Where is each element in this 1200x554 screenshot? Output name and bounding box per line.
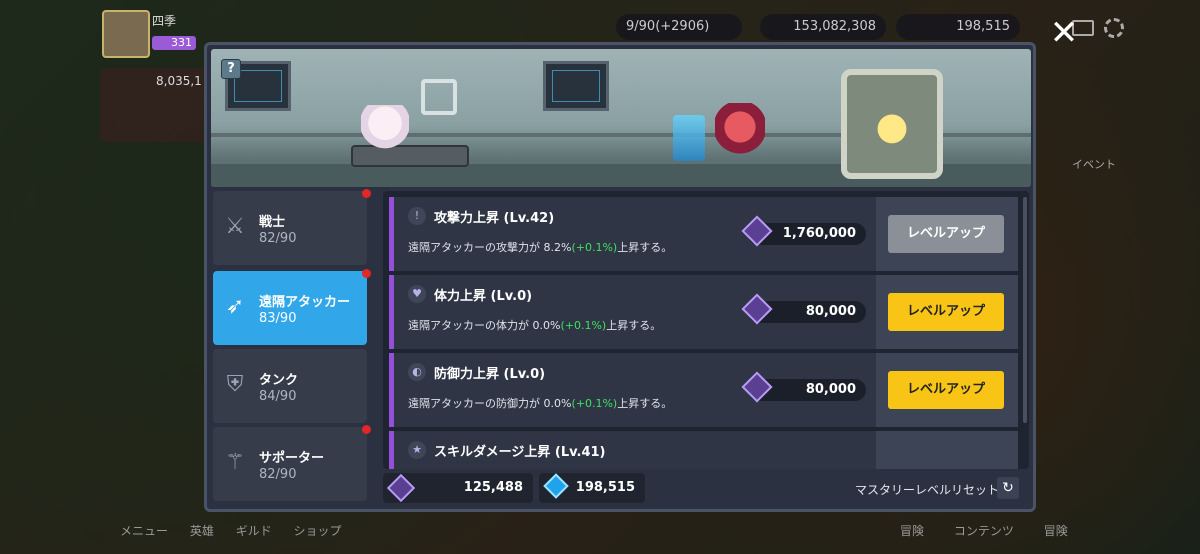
upgrade-title: 防御力上昇 (Lv.0) bbox=[434, 367, 546, 382]
nav-right-1[interactable]: 冒険 bbox=[900, 524, 924, 538]
button-area bbox=[876, 431, 1018, 469]
category-warrior[interactable]: ⚔ 戦士 82/90 bbox=[213, 189, 371, 265]
player-avatar[interactable] bbox=[102, 10, 150, 58]
nav-menu[interactable]: メニュー bbox=[120, 524, 168, 538]
wall-sign bbox=[421, 79, 457, 115]
category-ranged-attacker[interactable]: ➶ 遠隔アタッカー 83/90 bbox=[213, 269, 371, 345]
mastery-gem-icon bbox=[386, 473, 416, 503]
category-count: 82/90 bbox=[259, 231, 297, 246]
category-supporter[interactable]: ⚚ サポーター 82/90 bbox=[213, 425, 371, 501]
nav-contents[interactable]: コンテンツ bbox=[954, 524, 1014, 538]
attack-icon: ! bbox=[408, 207, 426, 225]
star-icon: ★ bbox=[408, 441, 426, 459]
upgrade-row-defense: ◐ 防御力上昇 (Lv.0) 遠隔アタッカーの防御力が 0.0%(+0.1%)上… bbox=[389, 353, 1018, 427]
close-button[interactable]: ✕ bbox=[1046, 16, 1082, 52]
upgrade-row-attack: ! 攻撃力上昇 (Lv.42) 遠隔アタッカーの攻撃力が 8.2%(+0.1%)… bbox=[389, 197, 1018, 271]
notification-dot bbox=[362, 269, 371, 278]
upgrade-title: 攻撃力上昇 (Lv.42) bbox=[434, 211, 555, 226]
nav-shop[interactable]: ショップ bbox=[294, 524, 342, 538]
upgrade-description: 遠隔アタッカーの体力が 0.0%(+0.1%)上昇する。 bbox=[408, 319, 662, 332]
player-level: 331 bbox=[152, 36, 196, 50]
bow-icon: ➶ bbox=[225, 294, 245, 319]
category-name: サポーター bbox=[259, 451, 325, 466]
power-value: 8,035,1 bbox=[156, 74, 202, 88]
diamond-icon bbox=[543, 473, 569, 499]
level-up-button[interactable]: レベルアップ bbox=[888, 293, 1004, 331]
hologram-terminal bbox=[673, 115, 705, 161]
modal-footer: 125,488 198,515 マスタリーレベルリセット ↻ bbox=[383, 473, 1029, 507]
shield-icon: ⛨ bbox=[226, 372, 244, 397]
staff-icon: ⚚ bbox=[225, 450, 245, 475]
help-button[interactable]: ? bbox=[221, 59, 241, 79]
category-name: 戦士 bbox=[259, 215, 286, 230]
mastery-points-box: 125,488 bbox=[383, 473, 533, 503]
list-scrollbar[interactable] bbox=[1023, 197, 1027, 423]
upgrade-row-skill-damage: ★ スキルダメージ上昇 (Lv.41) bbox=[389, 431, 1018, 469]
reset-icon[interactable]: ↻ bbox=[997, 477, 1019, 499]
upgrade-capsule bbox=[841, 69, 943, 179]
nav-guild[interactable]: ギルド bbox=[236, 524, 272, 538]
upgrade-title: 体力上昇 (Lv.0) bbox=[434, 289, 533, 304]
power-panel[interactable]: 8,035,1 bbox=[100, 68, 210, 142]
category-tank[interactable]: ⛨ タンク 84/90 bbox=[213, 349, 367, 423]
defense-icon: ◐ bbox=[408, 363, 426, 381]
event-label[interactable]: イベント bbox=[1072, 156, 1116, 172]
gem-box: 198,515 bbox=[539, 473, 645, 503]
mastery-reset-label: マスタリーレベルリセット bbox=[855, 483, 1000, 497]
heart-icon: ♥ bbox=[408, 285, 426, 303]
gear-icon[interactable] bbox=[1104, 18, 1124, 38]
bottom-nav: メニュー 英雄 ギルド ショップ bbox=[120, 522, 360, 539]
gem-counter[interactable]: 198,515 bbox=[896, 14, 1020, 40]
stamina-counter[interactable]: 9/90(+2906) bbox=[616, 14, 742, 40]
training-room-scene: ? bbox=[211, 49, 1031, 187]
upgrade-description: 遠隔アタッカーの防御力が 0.0%(+0.1%)上昇する。 bbox=[408, 397, 673, 410]
bottom-nav-right: 冒険 コンテンツ 冒険 bbox=[900, 522, 1094, 539]
notification-dot bbox=[362, 425, 371, 434]
category-count: 84/90 bbox=[259, 389, 297, 404]
gem-value: 198,515 bbox=[575, 480, 635, 495]
level-up-button[interactable]: レベルアップ bbox=[888, 215, 1004, 253]
notification-dot bbox=[362, 189, 371, 198]
mastery-points-value: 125,488 bbox=[463, 480, 523, 495]
level-up-button[interactable]: レベルアップ bbox=[888, 371, 1004, 409]
upgrade-description: 遠隔アタッカーの攻撃力が 8.2%(+0.1%)上昇する。 bbox=[408, 241, 673, 254]
sword-icon: ⚔ bbox=[225, 214, 245, 239]
category-name: 遠隔アタッカー bbox=[259, 295, 351, 310]
gold-counter[interactable]: 153,082,308 bbox=[760, 14, 886, 40]
category-count: 83/90 bbox=[259, 311, 297, 326]
fox-character-sprite bbox=[361, 105, 409, 157]
nav-heroes[interactable]: 英雄 bbox=[190, 524, 214, 538]
mastery-modal: ? ⚔ 戦士 82/90 ➶ 遠隔アタッカー 83/90 ⛨ タンク 84/90… bbox=[204, 42, 1036, 512]
category-count: 82/90 bbox=[259, 467, 297, 482]
wall-monitor bbox=[543, 61, 609, 111]
upgrade-row-hp: ♥ 体力上昇 (Lv.0) 遠隔アタッカーの体力が 0.0%(+0.1%)上昇す… bbox=[389, 275, 1018, 349]
upgrade-title: スキルダメージ上昇 (Lv.41) bbox=[434, 445, 606, 460]
category-name: タンク bbox=[259, 373, 299, 388]
nav-adventure[interactable]: 冒険 bbox=[1044, 524, 1068, 538]
player-name: 四季 bbox=[152, 14, 177, 28]
category-list: ⚔ 戦士 82/90 ➶ 遠隔アタッカー 83/90 ⛨ タンク 84/90 ⚚… bbox=[213, 189, 373, 505]
upgrade-list[interactable]: ! 攻撃力上昇 (Lv.42) 遠隔アタッカーの攻撃力が 8.2%(+0.1%)… bbox=[383, 191, 1029, 469]
demon-character-sprite bbox=[715, 103, 765, 163]
